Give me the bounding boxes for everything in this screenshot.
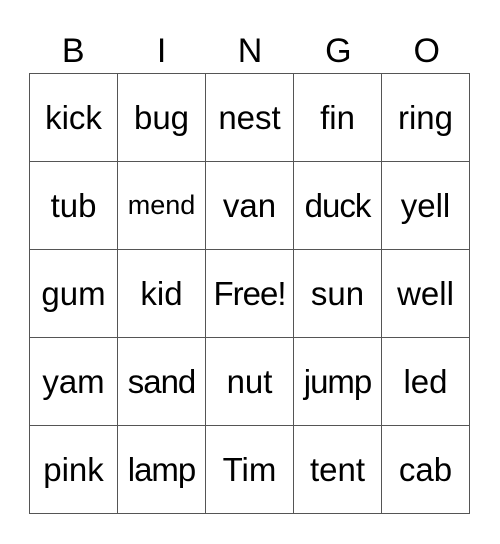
bingo-cell: yell bbox=[381, 161, 470, 250]
bingo-cell: nest bbox=[205, 73, 294, 162]
bingo-cell: duck bbox=[293, 161, 382, 250]
bingo-cell: bug bbox=[117, 73, 206, 162]
header-letter-o: O bbox=[413, 32, 440, 70]
bingo-cell: pink bbox=[29, 425, 118, 514]
grid-row: pink lamp Tim tent cab bbox=[29, 425, 470, 514]
bingo-cell: sand bbox=[117, 337, 206, 426]
bingo-cell: jump bbox=[293, 337, 382, 426]
bingo-cell: lamp bbox=[117, 425, 206, 514]
bingo-cell: gum bbox=[29, 249, 118, 338]
bingo-cell: well bbox=[381, 249, 470, 338]
bingo-cell: fin bbox=[293, 73, 382, 162]
bingo-cell: mend bbox=[117, 161, 206, 250]
header-letter-g: G bbox=[325, 32, 352, 70]
grid-row: kick bug nest fin ring bbox=[29, 73, 470, 162]
header-letter-b: B bbox=[61, 32, 85, 70]
grid-row: yam sand nut jump led bbox=[29, 337, 470, 426]
bingo-cell: nut bbox=[205, 337, 294, 426]
grid-row: tub mend van duck yell bbox=[29, 161, 470, 250]
free-space-cell: Free! bbox=[205, 249, 294, 338]
bingo-grid: kick bug nest fin ring tub mend van duck… bbox=[29, 73, 470, 514]
bingo-header: B I N G O bbox=[29, 30, 471, 73]
bingo-cell: cab bbox=[381, 425, 470, 514]
bingo-cell: Tim bbox=[205, 425, 294, 514]
bingo-cell: kick bbox=[29, 73, 118, 162]
bingo-cell: yam bbox=[29, 337, 118, 426]
bingo-cell: kid bbox=[117, 249, 206, 338]
bingo-cell: sun bbox=[293, 249, 382, 338]
bingo-cell: ring bbox=[381, 73, 470, 162]
bingo-cell: led bbox=[381, 337, 470, 426]
bingo-cell: tent bbox=[293, 425, 382, 514]
bingo-cell: tub bbox=[29, 161, 118, 250]
header-letter-n: N bbox=[237, 32, 263, 70]
bingo-cell: van bbox=[205, 161, 294, 250]
grid-row: gum kid Free! sun well bbox=[29, 249, 470, 338]
header-letter-i: I bbox=[156, 32, 167, 70]
